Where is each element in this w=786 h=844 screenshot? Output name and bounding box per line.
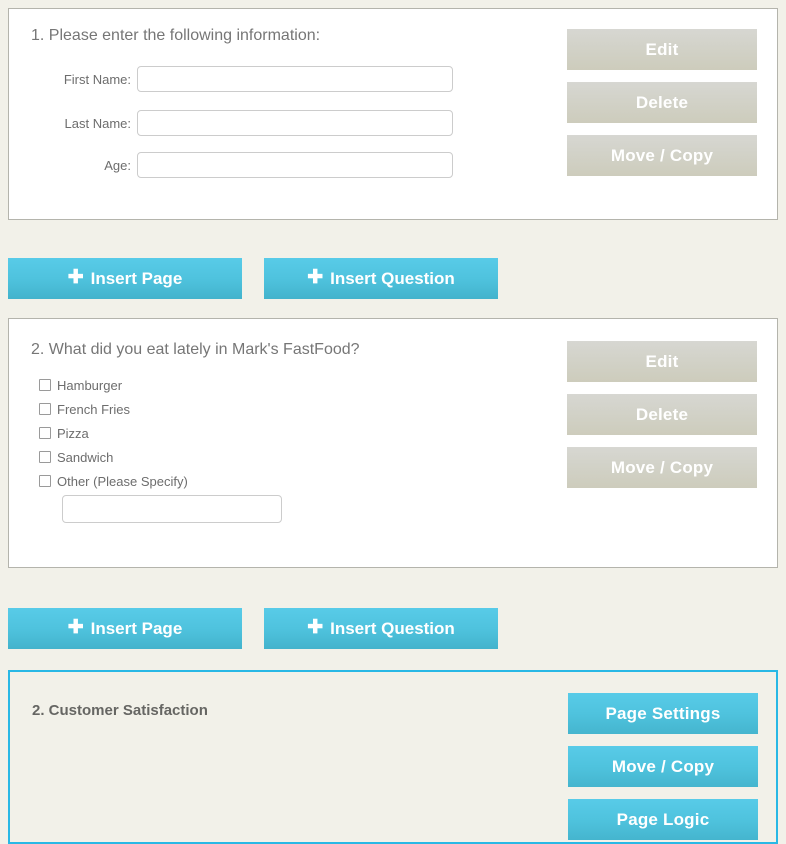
question-1-title: 1. Please enter the following informatio…: [31, 27, 321, 44]
checkbox-label: Pizza: [57, 425, 89, 441]
insert-page-button-2[interactable]: ✚ Insert Page: [8, 608, 242, 649]
first-name-field-row: First Name:: [31, 66, 461, 94]
question-2-title: 2. What did you eat lately in Mark's Fas…: [31, 341, 360, 358]
age-input[interactable]: [137, 152, 453, 178]
checkbox-icon[interactable]: [39, 451, 51, 463]
first-name-label: First Name:: [63, 72, 131, 87]
checkbox-label: Hamburger: [57, 377, 123, 393]
plus-icon: ✚: [307, 267, 324, 288]
checkbox-icon[interactable]: [39, 379, 51, 391]
page-logic-button[interactable]: Page Logic: [568, 799, 758, 840]
page-settings-button[interactable]: Page Settings: [568, 693, 758, 734]
checkbox-label: Sandwich: [57, 449, 114, 465]
checkbox-icon[interactable]: [39, 403, 51, 415]
plus-icon: ✚: [67, 617, 84, 638]
insert-page-button-1[interactable]: ✚ Insert Page: [8, 258, 242, 299]
other-specify-input[interactable]: [62, 495, 282, 523]
last-name-label: Last Name:: [64, 116, 131, 131]
insert-question-label: Insert Question: [330, 618, 455, 638]
question-1-delete-button[interactable]: Delete: [567, 82, 757, 123]
checkbox-option-sandwich[interactable]: Sandwich: [39, 447, 113, 467]
plus-icon: ✚: [67, 267, 84, 288]
last-name-field-row: Last Name:: [31, 110, 461, 138]
checkbox-option-other[interactable]: Other (Please Specify): [39, 471, 188, 491]
plus-icon: ✚: [307, 617, 324, 638]
age-field-row: Age:: [31, 152, 461, 180]
checkbox-option-pizza[interactable]: Pizza: [39, 423, 89, 443]
checkbox-option-french-fries[interactable]: French Fries: [39, 399, 130, 419]
insert-question-button-2[interactable]: ✚ Insert Question: [264, 608, 498, 649]
checkbox-option-hamburger[interactable]: Hamburger: [39, 375, 122, 395]
question-1-edit-button[interactable]: Edit: [567, 29, 757, 70]
question-2-edit-button[interactable]: Edit: [567, 341, 757, 382]
insert-question-label: Insert Question: [330, 268, 455, 288]
insert-page-label: Insert Page: [90, 268, 183, 288]
first-name-input[interactable]: [137, 66, 453, 92]
page-section-title: 2. Customer Satisfaction: [32, 702, 208, 719]
checkbox-icon[interactable]: [39, 475, 51, 487]
page-section-panel: 2. Customer Satisfaction Page Settings M…: [8, 670, 778, 844]
insert-question-button-1[interactable]: ✚ Insert Question: [264, 258, 498, 299]
question-1-move-copy-button[interactable]: Move / Copy: [567, 135, 757, 176]
page-move-copy-button[interactable]: Move / Copy: [568, 746, 758, 787]
question-panel-1: 1. Please enter the following informatio…: [8, 8, 778, 220]
checkbox-label: Other (Please Specify): [57, 473, 188, 489]
question-2-move-copy-button[interactable]: Move / Copy: [567, 447, 757, 488]
question-panel-2: 2. What did you eat lately in Mark's Fas…: [8, 318, 778, 568]
age-label: Age:: [104, 158, 131, 173]
checkbox-icon[interactable]: [39, 427, 51, 439]
last-name-input[interactable]: [137, 110, 453, 136]
insert-page-label: Insert Page: [90, 618, 183, 638]
checkbox-label: French Fries: [57, 401, 130, 417]
question-2-delete-button[interactable]: Delete: [567, 394, 757, 435]
